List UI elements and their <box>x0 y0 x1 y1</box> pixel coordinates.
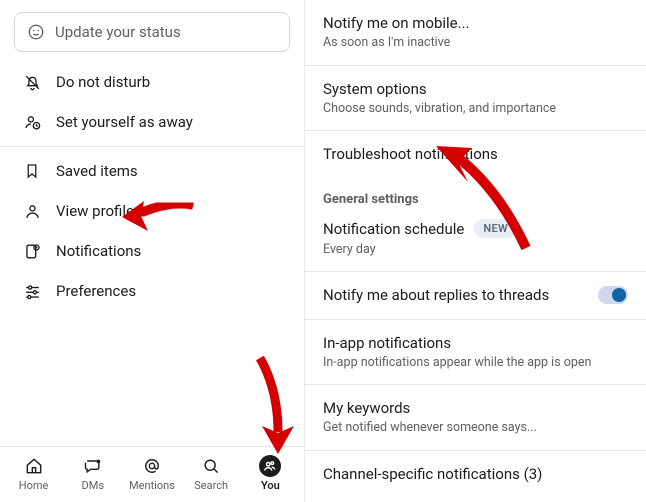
at-icon <box>141 455 163 477</box>
bottom-tab-bar: Home DMs Mentions Search <box>0 446 304 502</box>
setting-channel-specific[interactable]: Channel-specific notifications (3) <box>305 451 646 497</box>
tab-label: Search <box>194 479 228 492</box>
menu-label: Do not disturb <box>56 73 150 91</box>
tab-search[interactable]: Search <box>183 455 239 492</box>
person-icon <box>22 201 42 221</box>
bell-off-icon <box>22 72 42 92</box>
new-badge: NEW <box>474 219 517 238</box>
menu-label: Saved items <box>56 162 138 180</box>
setting-title: My keywords <box>323 398 537 418</box>
menu-preferences[interactable]: Preferences <box>0 271 304 311</box>
tab-label: DMs <box>82 479 105 492</box>
tab-you[interactable]: You <box>242 455 298 492</box>
setting-system-options[interactable]: System options Choose sounds, vibration,… <box>305 66 646 132</box>
status-input[interactable]: Update your status <box>14 12 290 52</box>
menu-label: View profile <box>56 202 134 220</box>
menu-set-away[interactable]: Set yourself as away <box>0 102 304 142</box>
section-header-general: General settings <box>305 174 646 211</box>
menu-do-not-disturb[interactable]: Do not disturb <box>0 62 304 102</box>
person-away-icon <box>22 112 42 132</box>
setting-thread-replies[interactable]: Notify me about replies to threads <box>305 272 646 319</box>
menu-label: Set yourself as away <box>56 113 193 131</box>
you-menu-pane: Update your status Do not disturb Set yo… <box>0 0 305 502</box>
menu-view-profile[interactable]: View profile <box>0 191 304 231</box>
toggle-thread-replies[interactable] <box>598 286 628 304</box>
setting-subtitle: As soon as I'm inactive <box>323 35 469 51</box>
notification-settings-pane: Notify me on mobile... As soon as I'm in… <box>305 0 646 502</box>
status-placeholder: Update your status <box>55 23 181 41</box>
tab-dms[interactable]: DMs <box>65 455 121 492</box>
tab-label: You <box>261 479 280 492</box>
setting-notification-schedule[interactable]: Notification schedule NEW Every day <box>305 211 646 272</box>
menu-label: Preferences <box>56 282 136 300</box>
home-icon <box>23 455 45 477</box>
setting-subtitle: Get notified whenever someone says... <box>323 420 537 436</box>
tab-label: Mentions <box>129 479 175 492</box>
setting-title: Troubleshoot notifications <box>323 144 498 164</box>
menu-saved-items[interactable]: Saved items <box>0 151 304 191</box>
setting-title: In-app notifications <box>323 333 591 353</box>
tab-mentions[interactable]: Mentions <box>124 455 180 492</box>
setting-title: Channel-specific notifications (3) <box>323 464 542 484</box>
setting-subtitle: Every day <box>323 242 628 257</box>
dms-icon <box>82 455 104 477</box>
bookmark-icon <box>22 161 42 181</box>
menu-notifications[interactable]: Notifications <box>0 231 304 271</box>
sliders-icon <box>22 281 42 301</box>
divider <box>0 146 304 147</box>
you-icon <box>259 455 281 477</box>
setting-notify-mobile[interactable]: Notify me on mobile... As soon as I'm in… <box>305 0 646 66</box>
setting-title: Notification schedule <box>323 220 464 238</box>
setting-my-keywords[interactable]: My keywords Get notified whenever someon… <box>305 385 646 451</box>
setting-title: Notify me on mobile... <box>323 13 469 33</box>
tab-label: Home <box>19 479 49 492</box>
notification-settings-icon <box>22 241 42 261</box>
menu-label: Notifications <box>56 242 141 260</box>
search-icon <box>200 455 222 477</box>
smiley-icon <box>27 23 45 41</box>
tab-home[interactable]: Home <box>6 455 62 492</box>
setting-subtitle: Choose sounds, vibration, and importance <box>323 101 556 117</box>
setting-subtitle: In-app notifications appear while the ap… <box>323 355 591 371</box>
setting-title: System options <box>323 79 556 99</box>
setting-title: Notify me about replies to threads <box>323 285 549 305</box>
setting-troubleshoot[interactable]: Troubleshoot notifications <box>305 131 646 174</box>
setting-inapp[interactable]: In-app notifications In-app notification… <box>305 320 646 386</box>
